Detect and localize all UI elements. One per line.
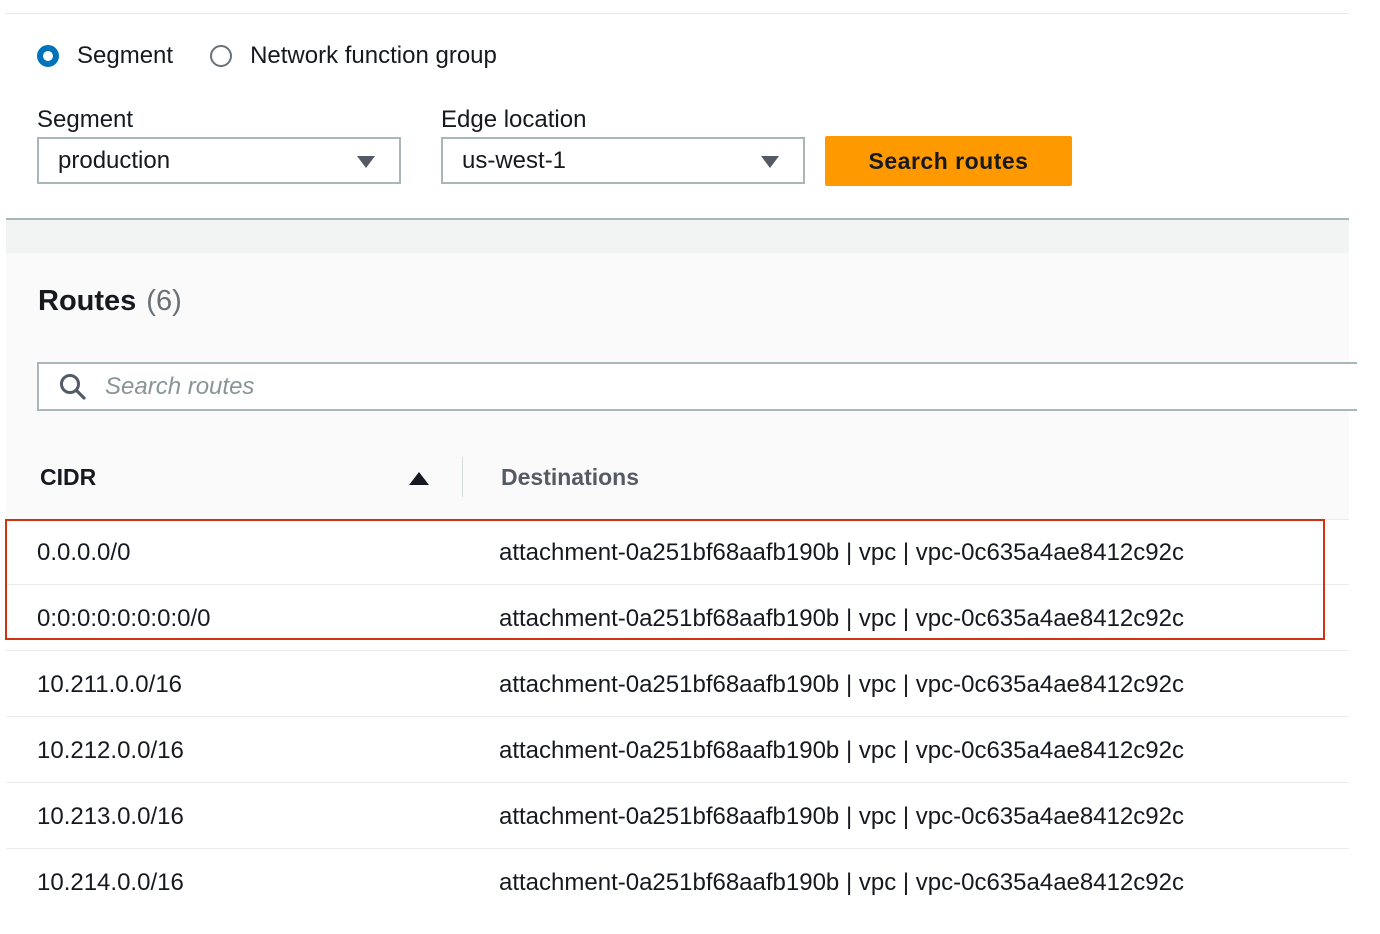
table-row: 10.211.0.0/16 attachment-0a251bf68aafb19… [6,651,1349,717]
table-row: 0:0:0:0:0:0:0:0/0 attachment-0a251bf68aa… [6,585,1349,651]
caret-down-icon [761,156,779,168]
section-gap [6,220,1349,253]
routes-search-field[interactable] [37,362,1357,411]
radio-unselected-icon[interactable] [210,45,233,67]
column-header-cidr[interactable]: CIDR [40,464,96,491]
search-routes-button[interactable]: Search routes [825,136,1072,186]
top-divider [6,13,1349,14]
cidr-cell: 10.211.0.0/16 [37,671,183,698]
radio-network-function-group[interactable]: Network function group [210,42,497,70]
destination-cell: attachment-0a251bf68aafb190b | vpc | vpc… [499,803,1184,830]
route-type-radio-group: Segment Network function group [37,42,534,70]
cidr-cell: 0:0:0:0:0:0:0:0/0 [37,605,211,632]
destination-cell: attachment-0a251bf68aafb190b | vpc | vpc… [499,737,1184,764]
routes-count: (6) [146,285,182,317]
routes-table-header: CIDR Destinations [6,437,1349,520]
edge-location-label: Edge location [441,106,587,133]
destination-cell: attachment-0a251bf68aafb190b | vpc | vpc… [499,539,1184,566]
routes-heading: Routes (6) [38,285,182,318]
edge-location-select[interactable]: us-west-1 [441,137,805,184]
caret-down-icon [357,156,375,168]
search-icon [60,373,86,400]
cidr-cell: 0.0.0.0/0 [37,539,131,566]
routes-search-input[interactable] [103,365,1357,408]
column-resizer[interactable] [462,457,463,497]
radio-segment[interactable]: Segment [37,42,173,70]
column-header-destinations[interactable]: Destinations [501,464,639,491]
radio-network-function-group-label[interactable]: Network function group [250,42,497,70]
destination-cell: attachment-0a251bf68aafb190b | vpc | vpc… [499,869,1184,896]
cidr-cell: 10.214.0.0/16 [37,869,184,896]
destination-cell: attachment-0a251bf68aafb190b | vpc | vpc… [499,671,1184,698]
segment-label: Segment [37,106,134,133]
table-row: 10.213.0.0/16 attachment-0a251bf68aafb19… [6,783,1349,849]
sort-ascending-icon[interactable] [409,472,429,485]
routes-table-body: 0.0.0.0/0 attachment-0a251bf68aafb190b |… [6,519,1349,915]
edge-location-select-value: us-west-1 [462,146,567,174]
destination-cell: attachment-0a251bf68aafb190b | vpc | vpc… [499,605,1184,632]
cidr-cell: 10.212.0.0/16 [37,737,184,764]
table-row: 10.212.0.0/16 attachment-0a251bf68aafb19… [6,717,1349,783]
table-row: 10.214.0.0/16 attachment-0a251bf68aafb19… [6,849,1349,915]
radio-selected-icon[interactable] [37,45,59,67]
routes-title: Routes [38,285,137,317]
segment-select-value: production [58,146,171,174]
segment-select[interactable]: production [37,137,401,184]
cidr-cell: 10.213.0.0/16 [37,803,184,830]
radio-segment-label[interactable]: Segment [77,42,173,70]
table-row: 0.0.0.0/0 attachment-0a251bf68aafb190b |… [6,519,1349,585]
